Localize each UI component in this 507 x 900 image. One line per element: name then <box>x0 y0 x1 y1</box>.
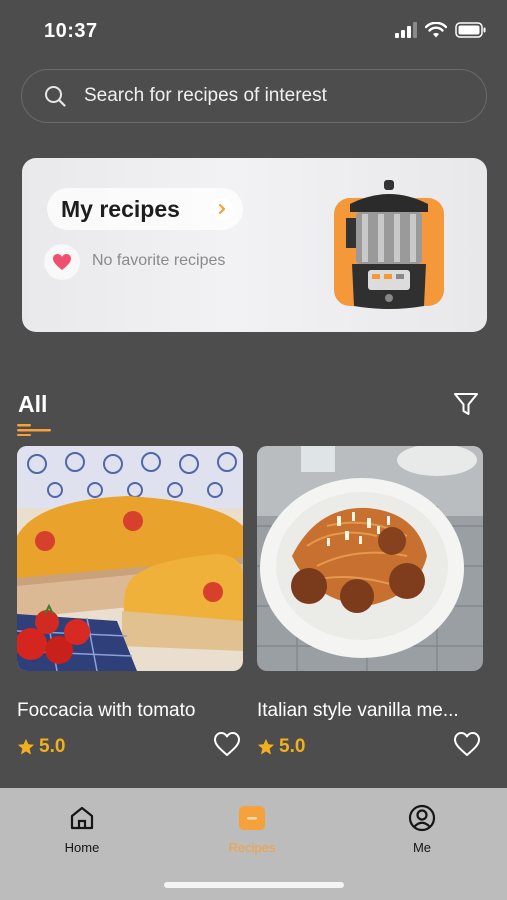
heart-icon[interactable] <box>213 731 241 757</box>
my-recipes-button[interactable]: My recipes <box>47 188 243 230</box>
my-recipes-card[interactable]: My recipes No favorite recipes <box>22 158 487 332</box>
home-icon <box>70 806 94 830</box>
nav-label-home: Home <box>64 840 100 855</box>
search-icon <box>45 86 66 107</box>
recipes-icon <box>239 806 265 830</box>
nav-item-me[interactable]: Me <box>372 804 472 855</box>
rating-value: 5.0 <box>39 736 66 757</box>
signal-icon <box>395 22 417 38</box>
search-bar[interactable] <box>21 69 487 123</box>
recipe-name: Foccacia with tomato <box>17 700 196 721</box>
recipe-card[interactable]: Italian style vanilla me... 5.0 <box>257 446 483 776</box>
home-indicator[interactable] <box>164 882 344 888</box>
recipe-card[interactable]: Foccacia with tomato 5.0 <box>17 446 243 776</box>
profile-icon <box>408 804 436 832</box>
status-icons <box>395 22 487 38</box>
heart-icon <box>44 244 80 280</box>
nav-item-home[interactable]: Home <box>32 804 132 855</box>
recipe-name: Italian style vanilla me... <box>257 700 459 721</box>
section-title: All <box>18 391 48 417</box>
heart-icon[interactable] <box>453 731 481 757</box>
status-time: 10:37 <box>44 20 98 42</box>
star-icon <box>257 738 275 755</box>
nav-label-me: Me <box>412 840 432 855</box>
rating-value: 5.0 <box>279 736 306 757</box>
chevron-right-icon <box>211 198 233 220</box>
filter-icon[interactable] <box>452 390 480 418</box>
recipe-rating: 5.0 <box>17 736 65 758</box>
no-favorites-text: No favorite recipes <box>92 252 226 269</box>
search-input[interactable] <box>84 70 464 121</box>
recipe-rating: 5.0 <box>257 736 305 758</box>
fork-icon <box>17 424 51 436</box>
battery-icon <box>455 22 486 38</box>
star-icon <box>17 738 35 755</box>
nav-label-recipes: Recipes <box>228 840 276 855</box>
kitchen-appliance-image <box>334 180 444 309</box>
focaccia-image <box>17 446 243 671</box>
wifi-icon <box>425 22 447 38</box>
spaghetti-meatballs-image <box>257 446 483 671</box>
status-bar: 10:37 <box>0 0 507 62</box>
nav-item-recipes[interactable]: Recipes <box>202 804 302 855</box>
my-recipes-title: My recipes <box>61 195 180 222</box>
